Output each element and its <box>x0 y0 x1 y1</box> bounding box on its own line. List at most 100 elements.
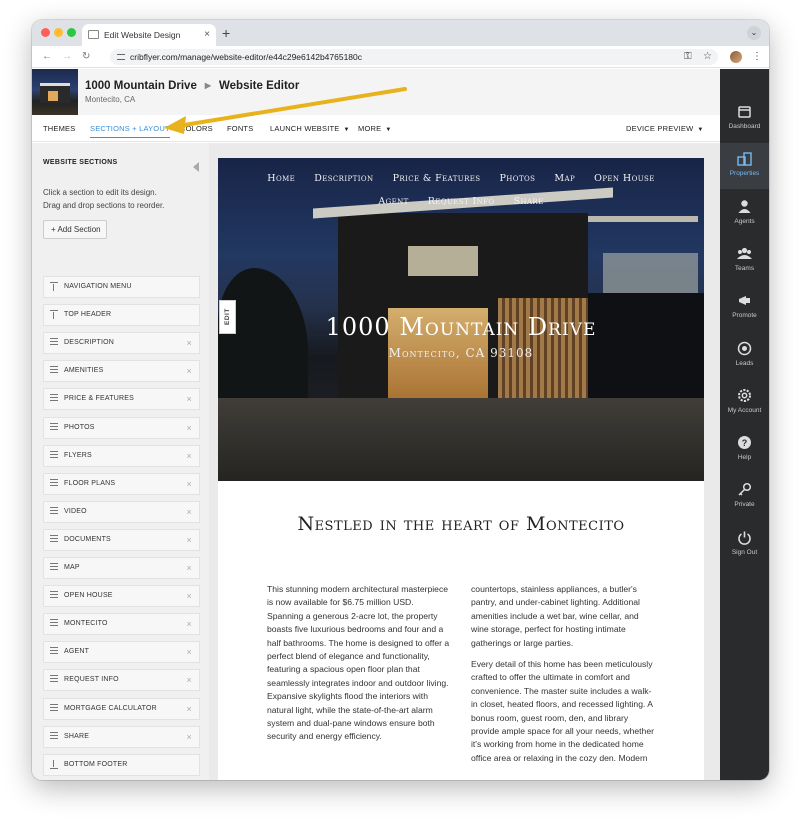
remove-section-icon[interactable]: × <box>187 474 192 494</box>
section-item[interactable]: VIDEO × <box>43 500 200 523</box>
drag-handle-icon[interactable] <box>50 534 58 544</box>
browser-tab[interactable]: Edit Website Design × <box>82 24 216 46</box>
section-item[interactable]: MAP × <box>43 557 200 579</box>
section-item[interactable]: PHOTOS × <box>43 416 200 439</box>
menu-device-preview[interactable]: DEVICE PREVIEW ▼ <box>626 115 704 144</box>
hero-section[interactable]: Home Description Price & Features Photos… <box>218 158 704 481</box>
description-section[interactable]: Nestled in the heart of Montecito This s… <box>218 481 704 780</box>
remove-section-icon[interactable]: × <box>187 699 192 719</box>
forward-icon[interactable]: → <box>62 49 72 65</box>
pin-top-icon[interactable] <box>50 310 58 320</box>
rail-item-teams[interactable]: Teams <box>720 238 769 284</box>
menu-more[interactable]: MORE ▼ <box>358 115 391 144</box>
remove-section-icon[interactable]: × <box>187 418 192 438</box>
site-nav-link[interactable]: Share <box>514 196 544 207</box>
drag-handle-icon[interactable] <box>50 647 58 656</box>
rail-item-sign-out[interactable]: Sign Out <box>720 522 769 568</box>
rail-item-promote[interactable]: Promote <box>720 285 769 331</box>
bookmark-star-icon[interactable]: ☆ <box>703 49 712 65</box>
site-nav-link[interactable]: Map <box>554 173 575 184</box>
section-item[interactable]: MORTGAGE CALCULATOR × <box>43 697 200 720</box>
site-nav-link[interactable]: Description <box>314 173 373 184</box>
section-item[interactable]: NAVIGATION MENU <box>43 276 200 298</box>
remove-section-icon[interactable]: × <box>187 670 192 690</box>
pin-bottom-icon[interactable] <box>50 759 58 769</box>
drag-handle-icon[interactable] <box>50 366 58 375</box>
add-section-button[interactable]: + Add Section <box>43 220 107 239</box>
pin-top-icon[interactable] <box>50 282 58 291</box>
drag-handle-icon[interactable] <box>50 338 58 347</box>
site-nav-link[interactable]: Photos <box>500 173 536 184</box>
section-item[interactable]: TOP HEADER <box>43 304 200 327</box>
drag-handle-icon[interactable] <box>50 619 58 628</box>
menu-colors[interactable]: COLORS <box>180 115 213 142</box>
drag-handle-icon[interactable] <box>50 731 58 741</box>
menu-sections-layout[interactable]: SECTIONS + LAYOUT <box>90 115 170 142</box>
edit-tab[interactable]: EDIT <box>219 300 236 334</box>
browser-menu-icon[interactable]: ⋮ <box>752 49 762 65</box>
address-bar[interactable]: cribflyer.com/manage/website-editor/e44c… <box>110 49 718 65</box>
browser-toolbar: ← → ↻ cribflyer.com/manage/website-edito… <box>32 46 769 68</box>
site-nav-link[interactable]: Open House <box>594 173 655 184</box>
site-info-icon[interactable] <box>117 54 125 60</box>
drag-handle-icon[interactable] <box>50 422 58 432</box>
remove-section-icon[interactable]: × <box>187 586 192 606</box>
section-item[interactable]: DESCRIPTION × <box>43 332 200 355</box>
site-nav-link[interactable]: Agent <box>378 196 408 207</box>
maximize-window-button[interactable] <box>67 28 76 37</box>
rail-item-properties[interactable]: Properties <box>720 143 769 190</box>
rail-item-agents[interactable]: Agents <box>720 191 769 237</box>
remove-section-icon[interactable]: × <box>187 642 192 662</box>
section-item[interactable]: AGENT × <box>43 641 200 664</box>
remove-section-icon[interactable]: × <box>187 614 192 634</box>
description-paragraph: countertops, stainless appliances, a but… <box>471 584 640 648</box>
section-item[interactable]: OPEN HOUSE × <box>43 585 200 608</box>
reload-icon[interactable]: ↻ <box>82 49 90 65</box>
rail-item-my-account[interactable]: My Account <box>720 380 769 426</box>
drag-handle-icon[interactable] <box>50 563 58 572</box>
password-key-icon[interactable]: ⚿ <box>684 49 692 65</box>
remove-section-icon[interactable]: × <box>187 558 192 578</box>
remove-section-icon[interactable]: × <box>187 446 192 466</box>
section-item[interactable]: AMENITIES × <box>43 360 200 383</box>
drag-handle-icon[interactable] <box>50 506 58 516</box>
section-item[interactable]: SHARE × <box>43 725 200 748</box>
site-nav-link[interactable]: Request Info <box>428 196 495 207</box>
rail-item-dashboard[interactable]: Dashboard <box>720 96 769 142</box>
section-item[interactable]: REQUEST INFO × <box>43 669 200 692</box>
new-tab-button[interactable]: + <box>222 24 230 42</box>
section-item[interactable]: FLYERS × <box>43 444 200 467</box>
section-item[interactable]: DOCUMENTS × <box>43 528 200 551</box>
section-item[interactable]: BOTTOM FOOTER <box>43 753 200 776</box>
tab-close-icon[interactable]: × <box>204 24 210 46</box>
remove-section-icon[interactable]: × <box>187 502 192 522</box>
drag-handle-icon[interactable] <box>50 675 58 684</box>
tab-search-button[interactable]: ⌄ <box>747 26 761 40</box>
close-window-button[interactable] <box>41 28 50 37</box>
menu-fonts[interactable]: FONTS <box>227 115 253 142</box>
section-item[interactable]: FLOOR PLANS × <box>43 472 200 495</box>
rail-item-help[interactable]: ? Help <box>720 427 769 473</box>
menu-themes[interactable]: THEMES <box>43 115 75 142</box>
drag-handle-icon[interactable] <box>50 450 58 460</box>
site-nav-link[interactable]: Price & Features <box>393 173 481 184</box>
drag-handle-icon[interactable] <box>50 478 58 488</box>
profile-avatar[interactable] <box>730 51 742 63</box>
site-nav-link[interactable]: Home <box>267 173 295 184</box>
menu-launch-website[interactable]: LAUNCH WEBSITE ▼ <box>270 115 350 144</box>
remove-section-icon[interactable]: × <box>187 530 192 550</box>
remove-section-icon[interactable]: × <box>187 333 192 353</box>
remove-section-icon[interactable]: × <box>187 361 192 381</box>
drag-handle-icon[interactable] <box>50 591 58 600</box>
collapse-sidebar-icon[interactable] <box>193 162 199 172</box>
remove-section-icon[interactable]: × <box>187 727 192 747</box>
section-item[interactable]: PRICE & FEATURES × <box>43 388 200 411</box>
section-item[interactable]: MONTECITO × <box>43 613 200 636</box>
back-icon[interactable]: ← <box>42 49 52 65</box>
rail-item-leads[interactable]: Leads <box>720 333 769 379</box>
remove-section-icon[interactable]: × <box>187 389 192 409</box>
drag-handle-icon[interactable] <box>50 394 58 403</box>
minimize-window-button[interactable] <box>54 28 63 37</box>
drag-handle-icon[interactable] <box>50 703 58 713</box>
rail-item-private[interactable]: Private <box>720 474 769 520</box>
